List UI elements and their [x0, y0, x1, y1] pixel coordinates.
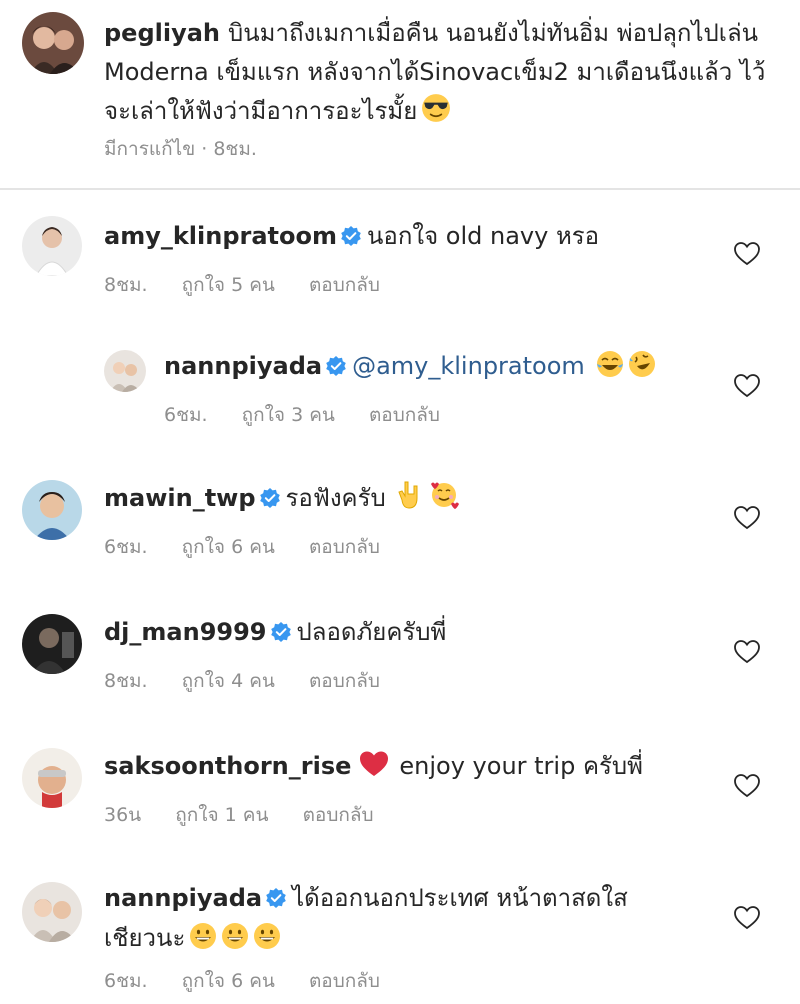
comment-meta: 8ชม. ถูกใจ 5 คน ตอบกลับ — [104, 270, 408, 300]
comment-username[interactable]: amy_klinpratoom — [104, 222, 337, 250]
like-heart-icon[interactable] — [734, 242, 760, 266]
divider — [0, 188, 800, 190]
comment-username[interactable]: nannpiyada — [164, 352, 322, 380]
reply-button[interactable]: ตอบกลับ — [369, 404, 440, 426]
verified-badge-icon — [266, 888, 287, 908]
grinning-face-icon — [253, 922, 281, 962]
like-heart-icon[interactable] — [734, 506, 760, 530]
comment-likes[interactable]: ถูกใจ 6 คน — [182, 970, 275, 992]
caption-time: 8ชม. — [213, 138, 257, 160]
grinning-face-icon — [221, 922, 249, 962]
like-heart-icon[interactable] — [734, 774, 760, 798]
comment-meta: 36น ถูกใจ 1 คน ตอบกลับ — [104, 800, 402, 830]
caption-meta: มีการแก้ไข · 8ชม. — [104, 134, 257, 164]
comment-text: nannpiyada @amy_klinpratoom — [164, 346, 764, 390]
edited-label: มีการแก้ไข — [104, 138, 196, 160]
comment-text: amy_klinpratoom นอกใจ old navy หรอ — [104, 216, 704, 256]
comment-text: nannpiyada ได้ออกนอกประเทศ หน้าตาสดใสเชีย… — [104, 878, 664, 962]
comment-meta: 6ชม. ถูกใจ 6 คน ตอบกลับ — [104, 966, 408, 996]
reply-button[interactable]: ตอบกลับ — [309, 970, 380, 992]
comment-meta: 8ชม. ถูกใจ 4 คน ตอบกลับ — [104, 666, 408, 696]
comment-time: 6ชม. — [164, 404, 208, 426]
avatar[interactable] — [22, 12, 84, 74]
comment-meta: 6ชม. ถูกใจ 3 คน ตอบกลับ — [164, 400, 468, 430]
comment-time: 8ชม. — [104, 670, 148, 692]
reply-button[interactable]: ตอบกลับ — [309, 274, 380, 296]
comment-username[interactable]: dj_man9999 — [104, 618, 267, 646]
avatar[interactable] — [22, 882, 82, 942]
comment-text: mawin_twp รอฟังครับ — [104, 478, 704, 522]
love-you-gesture-icon — [397, 480, 425, 522]
verified-badge-icon — [326, 356, 347, 376]
verified-badge-icon — [259, 488, 280, 508]
avatar[interactable] — [104, 350, 146, 392]
grinning-face-icon — [189, 922, 217, 962]
smiling-face-with-hearts-icon — [429, 480, 460, 522]
reply-button[interactable]: ตอบกลับ — [303, 804, 374, 826]
comment-username[interactable]: nannpiyada — [104, 884, 262, 912]
comment-meta: 6ชม. ถูกใจ 6 คน ตอบกลับ — [104, 532, 408, 562]
meta-separator: · — [201, 138, 208, 160]
comment-time: 6ชม. — [104, 536, 148, 558]
verified-badge-icon — [270, 622, 291, 642]
like-heart-icon[interactable] — [734, 906, 760, 930]
avatar[interactable] — [22, 748, 82, 808]
comment-text: dj_man9999 ปลอดภัยครับพี่ — [104, 612, 704, 652]
mention-link[interactable]: @amy_klinpratoom — [352, 352, 585, 380]
comment-username[interactable]: saksoonthorn_rise — [104, 752, 351, 780]
comment-body: นอกใจ old navy หรอ — [367, 222, 600, 250]
comment-likes[interactable]: ถูกใจ 5 คน — [182, 274, 275, 296]
avatar[interactable] — [22, 480, 82, 540]
comment-likes[interactable]: ถูกใจ 6 คน — [182, 536, 275, 558]
tears-of-joy-icon — [596, 350, 624, 390]
red-heart-icon — [359, 750, 389, 790]
like-heart-icon[interactable] — [734, 374, 760, 398]
comment-time: 6ชม. — [104, 970, 148, 992]
comment-username[interactable]: mawin_twp — [104, 484, 256, 512]
rolling-laughing-icon — [628, 350, 656, 390]
verified-badge-icon — [341, 226, 362, 246]
comment-likes[interactable]: ถูกใจ 3 คน — [242, 404, 335, 426]
sunglasses-face-icon — [421, 93, 451, 135]
comment-body: ปลอดภัยครับพี่ — [296, 618, 447, 646]
caption-text: pegliyah บินมาถึงเมกาเมื่อคืน นอนยังไม่ทั… — [104, 14, 784, 135]
comment-likes[interactable]: ถูกใจ 4 คน — [182, 670, 275, 692]
comment-body: enjoy your trip ครับพี่ — [399, 752, 643, 780]
reply-button[interactable]: ตอบกลับ — [309, 536, 380, 558]
caption-username[interactable]: pegliyah — [104, 19, 220, 47]
comment-text: saksoonthorn_rise enjoy your trip ครับพี่ — [104, 746, 704, 790]
comment-time: 8ชม. — [104, 274, 148, 296]
comment-time: 36น — [104, 804, 142, 826]
reply-button[interactable]: ตอบกลับ — [309, 670, 380, 692]
avatar[interactable] — [22, 216, 82, 276]
like-heart-icon[interactable] — [734, 640, 760, 664]
comment-body: รอฟังครับ — [285, 484, 386, 512]
comment-likes[interactable]: ถูกใจ 1 คน — [175, 804, 268, 826]
avatar[interactable] — [22, 614, 82, 674]
